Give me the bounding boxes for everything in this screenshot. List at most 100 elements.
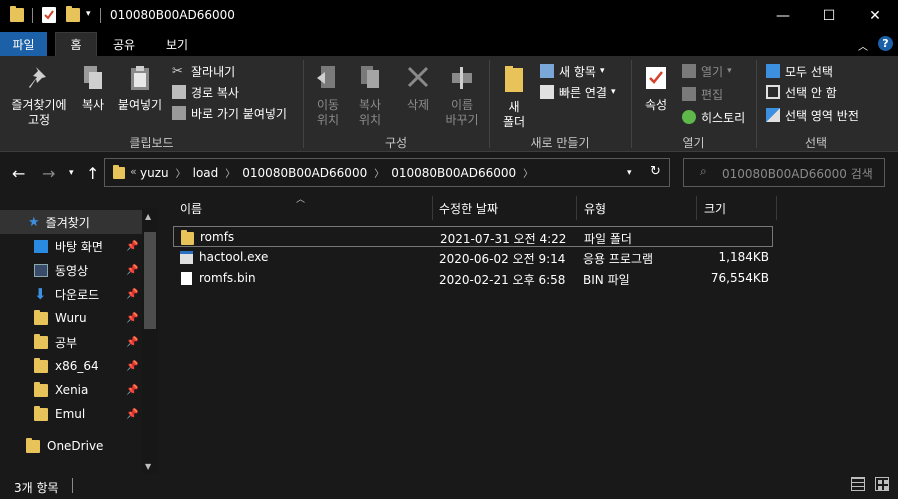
new-item-button[interactable]: 새 항목 ▾ [540, 62, 604, 80]
pin-icon[interactable]: 📌 [126, 289, 138, 300]
copy-path-label: 경로 복사 [191, 85, 239, 100]
column-header-type[interactable]: 유형 [584, 196, 606, 220]
status-bar [0, 474, 898, 499]
tab-file[interactable]: 파일 [0, 32, 47, 56]
new-folder-button[interactable]: 새 폴더 [496, 64, 532, 130]
file-row[interactable]: romfs.bin 2020-02-21 오후 6:58 BIN 파일 76,5… [173, 268, 773, 289]
overflow-chevron-icon[interactable]: « [130, 165, 137, 178]
rename-button[interactable]: 이름 바꾸기 [440, 64, 484, 128]
pin-icon[interactable]: 📌 [126, 385, 138, 396]
file-row[interactable]: hactool.exe 2020-06-02 오전 9:14 응용 프로그램 1… [173, 247, 773, 268]
up-arrow-icon[interactable]: ↑ [86, 164, 99, 183]
column-divider[interactable] [576, 196, 577, 220]
file-modified: 2021-07-31 오전 4:22 [440, 232, 567, 246]
close-button[interactable]: ✕ [852, 0, 898, 32]
address-history-chevron-icon[interactable]: ▾ [627, 168, 632, 178]
nav-item-label: Xenia [55, 383, 89, 397]
select-none-icon [766, 85, 780, 99]
maximize-button[interactable]: ☐ [806, 0, 852, 32]
breadcrumb-item[interactable]: yuzu [140, 166, 169, 180]
scroll-down-icon[interactable]: ▼ [145, 462, 151, 471]
nav-item-folder[interactable]: Xenia 📌 [0, 378, 142, 402]
back-arrow-icon[interactable]: ← [12, 164, 25, 183]
pin-quick-access-button[interactable]: 즐겨찾기에 고정 [6, 64, 72, 128]
breadcrumb-item[interactable]: load [193, 166, 219, 180]
breadcrumb-separator-icon[interactable]: 〉 [176, 169, 186, 180]
history-button[interactable]: 히스토리 [682, 108, 745, 126]
nav-item-folder[interactable]: 공부 📌 [0, 330, 142, 354]
open-button[interactable]: 열기 ▾ [682, 62, 732, 80]
nav-item-folder[interactable]: x86_64 📌 [0, 354, 142, 378]
nav-scroll-thumb[interactable] [144, 232, 156, 329]
nav-item-downloads[interactable]: ⬇ 다운로드 📌 [0, 282, 142, 306]
select-none-button[interactable]: 선택 안 함 [766, 83, 837, 101]
delete-button[interactable]: 삭제 [398, 64, 438, 113]
nav-item-videos[interactable]: 동영상 📌 [0, 258, 142, 282]
new-folder-quick-icon[interactable] [66, 6, 80, 22]
collapse-ribbon-icon[interactable]: ︿ [858, 38, 868, 53]
column-divider[interactable] [696, 196, 697, 220]
paste-shortcut-icon [172, 106, 186, 120]
file-size: 76,554KB [710, 271, 769, 285]
edit-button[interactable]: 편집 [682, 85, 723, 103]
properties-check-icon[interactable] [42, 7, 56, 23]
column-header-modified[interactable]: 수정한 날짜 [439, 196, 498, 220]
chevron-down-icon: ▾ [599, 66, 605, 76]
select-all-button[interactable]: 모두 선택 [766, 62, 833, 80]
copy-to-button[interactable]: 복사 위치 [350, 64, 390, 128]
pin-icon[interactable]: 📌 [126, 337, 138, 348]
paste-button[interactable]: 붙여넣기 [114, 64, 166, 113]
breadcrumb-item[interactable]: 010080B00AD66000 [242, 166, 367, 180]
properties-button[interactable]: 속성 [638, 64, 674, 113]
copy-button[interactable]: 복사 [76, 64, 110, 113]
delete-label: 삭제 [406, 98, 430, 112]
column-divider[interactable] [432, 196, 433, 220]
tab-view[interactable]: 보기 [156, 32, 198, 56]
file-row[interactable]: romfs 2021-07-31 오전 4:22 파일 폴더 [173, 226, 773, 247]
address-folder-icon [113, 165, 125, 179]
file-icon [181, 272, 192, 285]
nav-item-label: 공부 [55, 335, 78, 350]
copy-path-button[interactable]: 경로 복사 [172, 83, 239, 101]
move-to-button[interactable]: 이동 위치 [308, 64, 348, 128]
move-to-label: 이동 위치 [316, 98, 340, 127]
column-divider[interactable] [776, 196, 777, 220]
paste-shortcut-button[interactable]: 바로 가기 붙여넣기 [172, 104, 287, 122]
nav-item-folder[interactable]: Wuru 📌 [0, 306, 142, 330]
column-header-size[interactable]: 크기 [704, 196, 726, 220]
cut-button[interactable]: ✂ 잘라내기 [172, 62, 235, 80]
details-view-icon[interactable] [851, 477, 865, 491]
scroll-up-icon[interactable]: ▲ [145, 212, 151, 221]
forward-arrow-icon[interactable]: → [42, 164, 55, 183]
large-icons-view-icon[interactable] [875, 477, 889, 491]
pin-icon[interactable]: 📌 [126, 241, 138, 252]
column-header-name[interactable]: 이름 [180, 196, 202, 220]
breadcrumb-item[interactable]: 010080B00AD66000 [391, 166, 516, 180]
tab-home[interactable]: 홈 [55, 32, 97, 56]
breadcrumb-separator-icon[interactable]: 〉 [374, 169, 384, 180]
minimize-button[interactable]: — [760, 0, 806, 32]
divider [32, 8, 33, 23]
pin-icon[interactable]: 📌 [126, 265, 138, 276]
help-icon[interactable]: ? [878, 36, 893, 51]
edit-label: 편집 [701, 87, 724, 102]
breadcrumb-separator-icon[interactable]: 〉 [523, 169, 533, 180]
customize-quick-access-icon[interactable]: ▾ [86, 9, 91, 19]
nav-item-desktop[interactable]: 바탕 화면 📌 [0, 234, 142, 258]
rename-label: 이름 바꾸기 [445, 98, 479, 127]
invert-selection-button[interactable]: 선택 영역 반전 [766, 106, 859, 124]
tab-share[interactable]: 공유 [104, 32, 144, 56]
pin-icon[interactable]: 📌 [126, 409, 138, 420]
pin-icon[interactable]: 📌 [126, 313, 138, 324]
refresh-icon[interactable]: ↻ [650, 164, 661, 179]
select-none-label: 선택 안 함 [785, 85, 837, 100]
nav-item-quick-access[interactable]: ★ 즐겨찾기 [0, 210, 142, 234]
easy-access-button[interactable]: 빠른 연결 ▾ [540, 83, 616, 101]
delete-x-icon [407, 66, 429, 88]
group-label-clipboard: 클립보드 [129, 136, 174, 150]
nav-item-onedrive[interactable]: OneDrive [0, 434, 142, 458]
nav-item-folder[interactable]: Emul 📌 [0, 402, 142, 426]
breadcrumb-separator-icon[interactable]: 〉 [225, 169, 235, 180]
recent-locations-chevron-icon[interactable]: ▾ [69, 168, 74, 178]
pin-icon[interactable]: 📌 [126, 361, 138, 372]
